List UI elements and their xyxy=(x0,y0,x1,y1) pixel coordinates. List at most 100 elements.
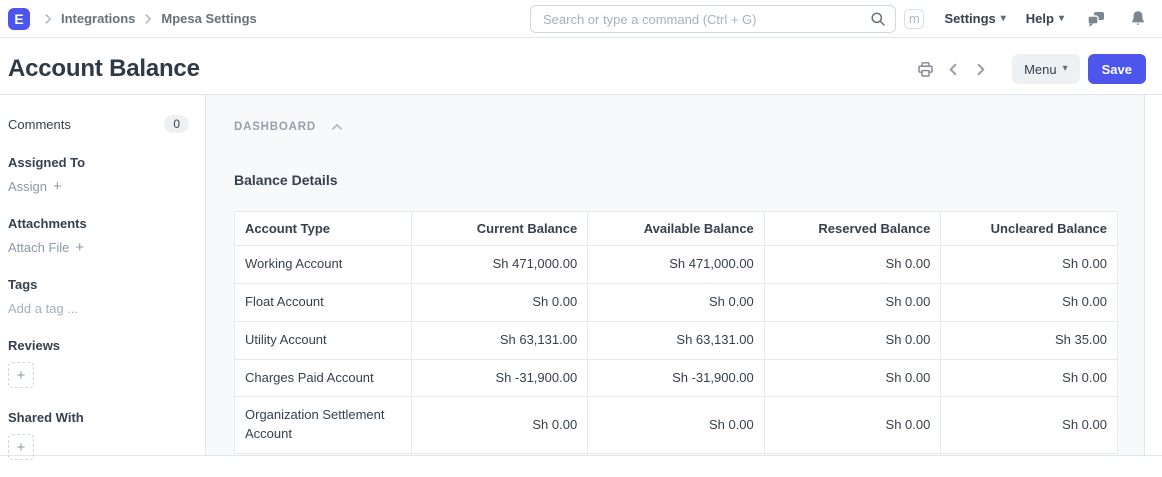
attach-file-button[interactable]: Attach File + xyxy=(8,240,84,255)
balance-cell: Sh 471,000.00 xyxy=(411,246,588,284)
form-sidebar: Comments 0 Assigned To Assign + Attachme… xyxy=(0,95,205,455)
column-header: Uncleared Balance xyxy=(941,212,1118,246)
balance-details-table: Account TypeCurrent BalanceAvailable Bal… xyxy=(234,211,1118,454)
balance-details-heading: Balance Details xyxy=(234,172,1116,188)
help-menu[interactable]: Help ▾ xyxy=(1026,11,1064,26)
account-type-cell: Organization Settlement Account xyxy=(235,397,412,454)
comments-label: Comments xyxy=(8,117,71,132)
navbar-right: m Settings ▾ Help ▾ xyxy=(904,8,1148,30)
chat-icon[interactable] xyxy=(1084,8,1108,30)
notifications-bell-icon[interactable] xyxy=(1128,8,1148,29)
balance-cell: Sh 0.00 xyxy=(764,359,941,397)
balance-cell: Sh 0.00 xyxy=(941,359,1118,397)
form-page-body: Comments 0 Assigned To Assign + Attachme… xyxy=(0,94,1162,456)
page-head: Account Balance Menu ▾ Save xyxy=(0,38,1162,94)
column-header: Available Balance xyxy=(588,212,765,246)
menu-button[interactable]: Menu ▾ xyxy=(1012,54,1080,84)
breadcrumb-integrations[interactable]: Integrations xyxy=(61,11,135,26)
chevron-right-icon xyxy=(141,12,155,26)
print-icon[interactable] xyxy=(915,59,936,80)
page-actions: Menu ▾ Save xyxy=(915,54,1146,84)
balance-cell: Sh 0.00 xyxy=(588,397,765,454)
save-button-label: Save xyxy=(1102,62,1132,77)
next-record-icon[interactable] xyxy=(971,60,990,79)
avatar-letter: m xyxy=(909,11,920,26)
balance-table-head-row: Account TypeCurrent BalanceAvailable Bal… xyxy=(235,212,1118,246)
balance-cell: Sh -31,900.00 xyxy=(411,359,588,397)
table-row: Float AccountSh 0.00Sh 0.00Sh 0.00Sh 0.0… xyxy=(235,283,1118,321)
navbar: E Integrations Mpesa Settings m Settings… xyxy=(0,0,1162,38)
plus-icon: + xyxy=(75,240,84,255)
account-type-cell: Working Account xyxy=(235,246,412,284)
assigned-to-label: Assigned To xyxy=(8,155,189,170)
search-input[interactable] xyxy=(530,5,896,33)
share-button[interactable]: + xyxy=(8,434,34,460)
user-avatar[interactable]: m xyxy=(904,9,924,29)
help-label: Help xyxy=(1026,11,1054,26)
previous-record-icon[interactable] xyxy=(944,60,963,79)
chevron-right-icon xyxy=(41,12,55,26)
save-button[interactable]: Save xyxy=(1088,54,1146,84)
balance-cell: Sh 0.00 xyxy=(764,283,941,321)
chevron-up-icon xyxy=(330,120,344,134)
balance-cell: Sh 0.00 xyxy=(764,397,941,454)
reviews-label: Reviews xyxy=(8,338,189,353)
balance-cell: Sh 471,000.00 xyxy=(588,246,765,284)
breadcrumb: Integrations Mpesa Settings xyxy=(38,11,260,26)
assign-button[interactable]: Assign + xyxy=(8,179,62,194)
form-main: DASHBOARD Balance Details Account TypeCu… xyxy=(205,95,1145,455)
plus-icon: + xyxy=(17,368,26,383)
column-header: Account Type xyxy=(235,212,412,246)
sidebar-tags-section: Tags Add a tag ... xyxy=(8,277,189,316)
table-row: Organization Settlement AccountSh 0.00Sh… xyxy=(235,397,1118,454)
dashboard-label: DASHBOARD xyxy=(234,121,316,133)
caret-down-icon: ▾ xyxy=(1059,14,1064,24)
app-logo[interactable]: E xyxy=(8,8,30,30)
assign-label: Assign xyxy=(8,179,47,194)
table-row: Working AccountSh 471,000.00Sh 471,000.0… xyxy=(235,246,1118,284)
add-review-button[interactable]: + xyxy=(8,362,34,388)
balance-cell: Sh 63,131.00 xyxy=(588,321,765,359)
balance-table-body: Working AccountSh 471,000.00Sh 471,000.0… xyxy=(235,246,1118,454)
sidebar-reviews-section: Reviews + xyxy=(8,338,189,388)
caret-down-icon: ▾ xyxy=(1063,64,1068,74)
plus-icon: + xyxy=(53,179,62,194)
sidebar-assigned-to-section: Assigned To Assign + xyxy=(8,155,189,194)
dashboard-section-toggle[interactable]: DASHBOARD xyxy=(234,120,1116,134)
caret-down-icon: ▾ xyxy=(1001,14,1006,24)
settings-menu[interactable]: Settings ▾ xyxy=(944,11,1005,26)
balance-cell: Sh 0.00 xyxy=(764,246,941,284)
sidebar-shared-with-section: Shared With + xyxy=(8,410,189,460)
shared-with-label: Shared With xyxy=(8,410,189,425)
plus-icon: + xyxy=(17,440,26,455)
balance-cell: Sh 35.00 xyxy=(941,321,1118,359)
tags-label: Tags xyxy=(8,277,189,292)
attach-file-label: Attach File xyxy=(8,240,69,255)
breadcrumb-mpesa-settings[interactable]: Mpesa Settings xyxy=(161,11,256,26)
search-icon xyxy=(870,11,886,27)
right-gutter xyxy=(1145,95,1162,455)
balance-cell: Sh 0.00 xyxy=(764,321,941,359)
sidebar-comments[interactable]: Comments 0 xyxy=(8,115,189,133)
column-header: Current Balance xyxy=(411,212,588,246)
menu-button-label: Menu xyxy=(1024,62,1057,77)
account-type-cell: Float Account xyxy=(235,283,412,321)
page-title: Account Balance xyxy=(8,55,200,83)
table-row: Charges Paid AccountSh -31,900.00Sh -31,… xyxy=(235,359,1118,397)
app-logo-letter: E xyxy=(14,11,23,27)
comments-count-badge: 0 xyxy=(164,115,189,133)
balance-cell: Sh 0.00 xyxy=(941,246,1118,284)
account-type-cell: Utility Account xyxy=(235,321,412,359)
add-tag-input[interactable]: Add a tag ... xyxy=(8,301,78,316)
balance-cell: Sh 0.00 xyxy=(941,397,1118,454)
balance-cell: Sh -31,900.00 xyxy=(588,359,765,397)
settings-label: Settings xyxy=(944,11,995,26)
balance-cell: Sh 0.00 xyxy=(411,283,588,321)
add-tag-placeholder: Add a tag ... xyxy=(8,301,78,316)
global-search xyxy=(530,5,896,33)
balance-cell: Sh 0.00 xyxy=(941,283,1118,321)
attachments-label: Attachments xyxy=(8,216,189,231)
table-row: Utility AccountSh 63,131.00Sh 63,131.00S… xyxy=(235,321,1118,359)
column-header: Reserved Balance xyxy=(764,212,941,246)
balance-cell: Sh 0.00 xyxy=(411,397,588,454)
